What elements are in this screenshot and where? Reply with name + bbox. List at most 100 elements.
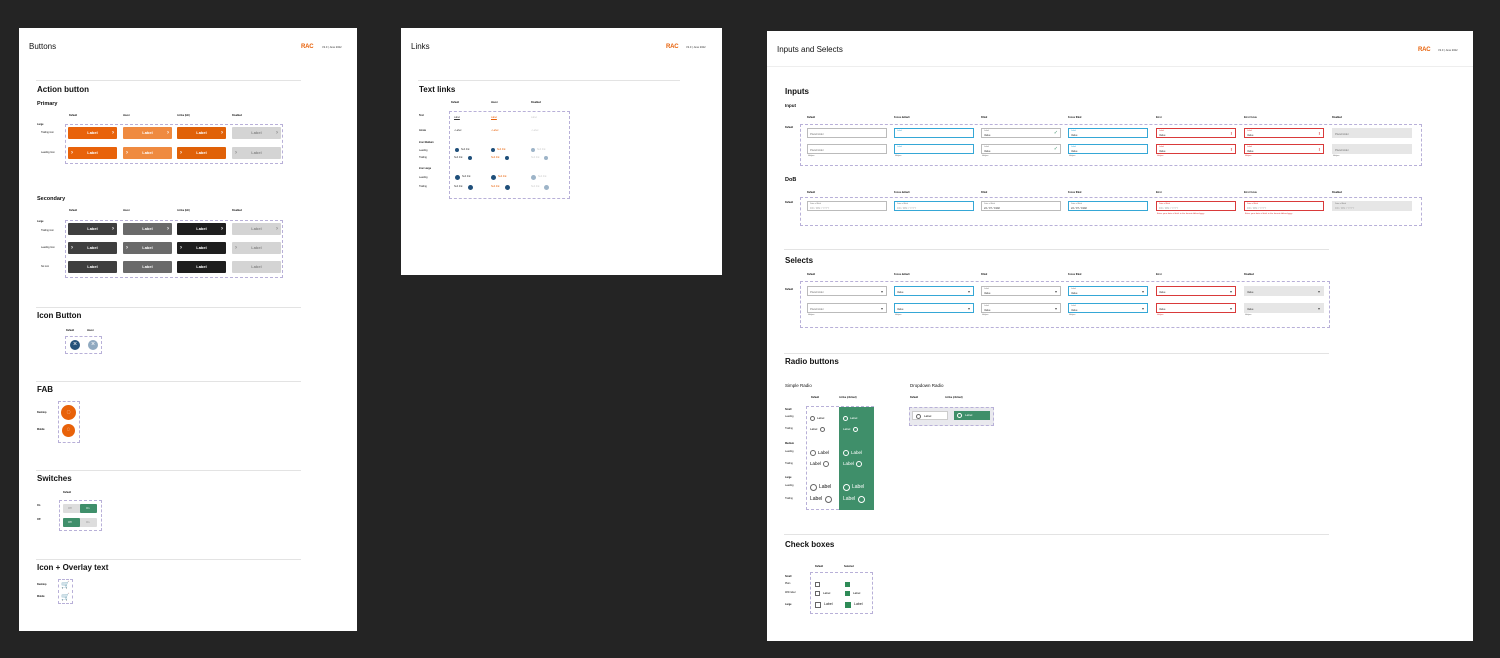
icon-link-hover[interactable]: Sub link — [491, 185, 500, 188]
radio-button[interactable] — [810, 450, 816, 456]
checkbox[interactable] — [815, 582, 820, 587]
dob-input[interactable]: Date of Birth DD / MM / YYYY — [1156, 201, 1236, 211]
select-dropdown[interactable]: Value ▾ — [1156, 286, 1236, 296]
dob-input[interactable]: Date of Birth 22 / 07 / 1992 — [981, 201, 1061, 211]
select-dropdown[interactable]: Value ▾ — [894, 286, 974, 296]
dropdown-radio-active[interactable]: Label — [954, 411, 990, 420]
dob-value: DD / MM / YYYY — [1335, 207, 1355, 210]
checkbox-checked[interactable] — [845, 591, 850, 596]
radio-selected[interactable] — [856, 461, 862, 467]
checkbox-checked[interactable] — [845, 582, 850, 587]
cart-icon[interactable]: 🛒 — [61, 581, 70, 589]
radio-selected[interactable] — [858, 496, 865, 503]
checkbox-label: Label — [854, 602, 863, 606]
button-label: Label — [142, 226, 153, 231]
radio-label: Label — [843, 427, 851, 431]
cart-icon[interactable]: 🛒 — [61, 593, 70, 601]
text-input[interactable]: Label Value — [1068, 144, 1148, 154]
text-input[interactable]: Label — [894, 128, 974, 138]
arrow-link-default[interactable]: ‹ Label — [454, 129, 461, 132]
icon-link-hover[interactable]: Sub link — [491, 156, 500, 159]
primary-button-default[interactable]: Label › — [68, 127, 117, 139]
text-input[interactable]: Label Value! — [1156, 128, 1236, 138]
text-link-disabled: Label — [531, 116, 537, 119]
input-label: Label — [1159, 145, 1164, 148]
helper-text: Helper — [895, 155, 902, 157]
icon-link-hover[interactable]: Sub link — [498, 175, 507, 178]
icon-link-default[interactable]: Sub link — [454, 185, 463, 188]
text-input[interactable]: Label Value ✓ — [981, 144, 1061, 154]
select-dropdown[interactable]: Value ▾ — [1156, 303, 1236, 313]
info-icon — [468, 185, 473, 190]
secondary-button-hover[interactable]: Label › — [123, 223, 172, 235]
dob-input[interactable]: Date of Birth DD / MM / YYYY — [1244, 201, 1324, 211]
chat-icon[interactable]: ◌ — [61, 405, 76, 420]
radio-selected[interactable] — [843, 416, 848, 421]
icon-link-default[interactable]: Sub link — [454, 156, 463, 159]
select-dropdown[interactable]: Value ▾ — [894, 303, 974, 313]
text-input[interactable]: Placeholder — [807, 128, 887, 138]
row-label: Leading Icon — [41, 246, 55, 249]
text-input[interactable]: Label — [894, 144, 974, 154]
text-input[interactable]: Label Value — [1068, 128, 1148, 138]
primary-button-hover[interactable]: Label › — [123, 127, 172, 139]
radio-button[interactable] — [825, 496, 832, 503]
radio-selected[interactable] — [843, 484, 850, 491]
select-dropdown[interactable]: Label Value ▾ — [1068, 286, 1148, 296]
arrow-link-hover[interactable]: ‹ Label — [491, 129, 498, 132]
icon-link-hover[interactable]: Sub link — [497, 148, 506, 151]
secondary-button-active[interactable]: Label — [177, 261, 226, 273]
text-link-hover[interactable]: Label — [491, 116, 497, 119]
switch-on[interactable]: Off On — [63, 504, 97, 513]
radio-button[interactable] — [810, 416, 815, 421]
select-dropdown[interactable]: Label Value ▾ — [981, 303, 1061, 313]
size-label: Large — [785, 476, 792, 479]
radio-selected[interactable] — [843, 450, 849, 456]
text-input[interactable]: Label Value! — [1244, 128, 1324, 138]
dropdown-radio-default[interactable]: Label — [912, 411, 948, 420]
text-input[interactable]: Placeholder — [807, 144, 887, 154]
chevron-right-icon: › — [221, 130, 223, 136]
select-dropdown: Value ▾ — [1244, 286, 1324, 296]
select-dropdown[interactable]: Label Value ▾ — [1068, 303, 1148, 313]
close-icon[interactable]: × — [70, 340, 80, 350]
button-label: Label — [251, 150, 262, 155]
close-icon[interactable]: × — [88, 340, 98, 350]
dob-input[interactable]: Date of Birth DD / MM / YYYY — [894, 201, 974, 211]
secondary-button-hover[interactable]: › Label — [123, 242, 172, 254]
secondary-button-default[interactable]: › Label — [68, 242, 117, 254]
checkbox[interactable] — [815, 602, 821, 608]
text-input[interactable]: Label Value! — [1244, 144, 1324, 154]
primary-button-active[interactable]: Label › — [177, 127, 226, 139]
primary-button-default[interactable]: › Label — [68, 147, 117, 159]
radio-button[interactable] — [810, 484, 817, 491]
chevron-down-icon: ▾ — [1141, 306, 1144, 311]
primary-button-active[interactable]: › Label — [177, 147, 226, 159]
text-link-default[interactable]: Label — [454, 116, 460, 119]
radio-selected[interactable] — [853, 427, 858, 432]
select-value: Value — [1071, 309, 1078, 312]
secondary-button-active[interactable]: › Label — [177, 242, 226, 254]
radio-button[interactable] — [820, 427, 825, 432]
input-value: Value — [1247, 150, 1254, 153]
dob-input[interactable]: Date of Birth DD / MM / YYYY — [807, 201, 887, 211]
dob-label: Date of Birth — [810, 202, 822, 205]
select-dropdown[interactable]: Placeholder ▾ — [807, 303, 887, 313]
text-input[interactable]: Label Value! — [1156, 144, 1236, 154]
select-dropdown[interactable]: Placeholder ▾ — [807, 286, 887, 296]
text-input[interactable]: Label Value ✓ — [981, 128, 1061, 138]
secondary-button-active[interactable]: Label › — [177, 223, 226, 235]
select-dropdown[interactable]: Label Value ▾ — [981, 286, 1061, 296]
secondary-button-hover[interactable]: Label — [123, 261, 172, 273]
checkbox[interactable] — [815, 591, 820, 596]
secondary-button-default[interactable]: Label › — [68, 223, 117, 235]
chat-icon[interactable]: ◌ — [62, 424, 75, 437]
switch-off[interactable]: Off On — [63, 518, 97, 527]
secondary-button-default[interactable]: Label — [68, 261, 117, 273]
icon-link-default[interactable]: Sub link — [461, 148, 470, 151]
icon-link-default[interactable]: Sub link — [462, 175, 471, 178]
radio-button[interactable] — [823, 461, 829, 467]
checkbox-checked[interactable] — [845, 602, 851, 608]
dob-input[interactable]: Date of Birth 22 / 07 / 1992 — [1068, 201, 1148, 211]
primary-button-hover[interactable]: › Label — [123, 147, 172, 159]
